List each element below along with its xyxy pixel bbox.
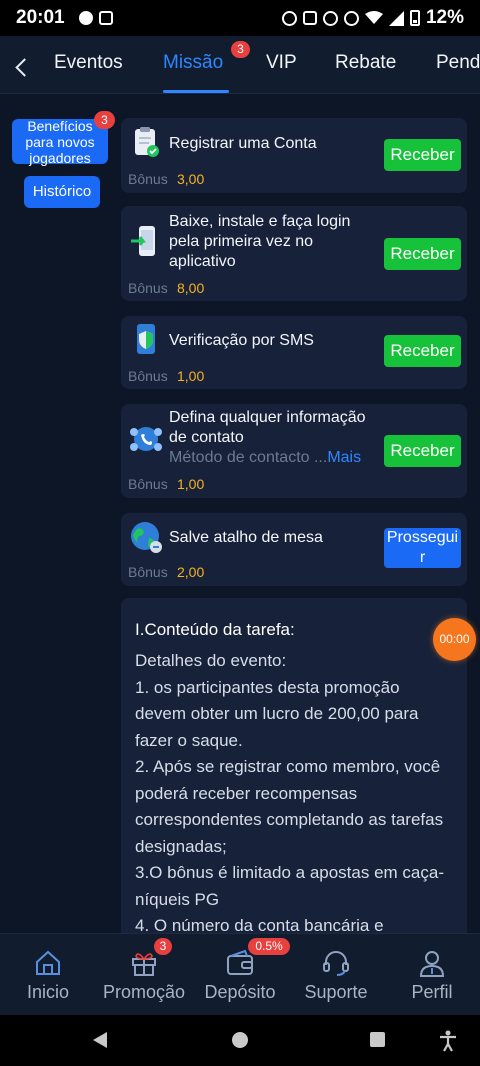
- mission-title: Salve atalho de mesa: [169, 529, 323, 546]
- bottom-nav-perfil[interactable]: Perfil: [396, 934, 468, 1016]
- back-chevron-icon[interactable]: [10, 52, 34, 80]
- mission-title: Registrar uma Conta: [169, 135, 317, 152]
- mission-title: Verificação por SMS: [169, 332, 314, 349]
- receive-button[interactable]: Receber: [384, 139, 461, 171]
- status-bar: 20:01 12%: [0, 0, 480, 36]
- receive-button[interactable]: Receber: [384, 238, 461, 270]
- bottom-nav-suporte[interactable]: Suporte: [296, 934, 376, 1016]
- bottom-nav-label: Perfil: [411, 982, 453, 1002]
- accessibility-icon[interactable]: [438, 1030, 458, 1052]
- bonus-label: Bônus: [128, 280, 168, 296]
- battery-percent: 12%: [425, 7, 464, 28]
- bottom-nav-inicio[interactable]: Inicio: [10, 934, 86, 1016]
- mission-title: Defina qualquer informação de contato: [169, 409, 366, 446]
- status-time: 20:01: [16, 7, 65, 28]
- system-indicators: 12%: [281, 7, 464, 29]
- gift-icon: [132, 953, 156, 976]
- signal-icon: [388, 10, 404, 26]
- bonus-value: 3,00: [177, 171, 205, 187]
- phone-download-icon: [131, 226, 155, 256]
- bonus-label: Bônus: [128, 564, 168, 580]
- profile-icon: [419, 951, 445, 977]
- alarm-icon: [281, 10, 297, 26]
- sidebar-new-players-badge: 3: [94, 111, 115, 129]
- bottom-nav-label: Inicio: [26, 982, 70, 1002]
- system-navigation-bar: [0, 1015, 480, 1066]
- tab-eventos[interactable]: Eventos: [54, 52, 123, 74]
- deposito-bonus-badge: 0.5%: [248, 938, 290, 955]
- tab-missao[interactable]: Missão: [163, 52, 223, 74]
- mission-card-register: Registrar uma Conta Bônus 3,00 Receber: [121, 118, 467, 193]
- chat-notification-icon: [78, 11, 93, 25]
- bonus-label: Bônus: [128, 171, 168, 187]
- system-back-icon[interactable]: [93, 1032, 107, 1048]
- tab-vip[interactable]: VIP: [266, 52, 297, 74]
- active-tab-indicator: [163, 90, 229, 93]
- do-not-disturb-icon: [322, 10, 338, 26]
- contact-network-icon: [130, 427, 162, 451]
- mission-card-contact-info: Defina qualquer informação de contato Mé…: [121, 404, 467, 498]
- video-notification-icon: [98, 11, 113, 25]
- wifi-call-icon: [343, 10, 359, 26]
- bottom-nav: Inicio Promoção 3 Depósito 0.5% Suporte …: [0, 933, 480, 1015]
- receive-button[interactable]: Receber: [384, 435, 461, 467]
- bonus-value: 2,00: [177, 564, 205, 580]
- tab-rebate[interactable]: Rebate: [335, 52, 396, 74]
- headset-icon: [323, 951, 349, 976]
- system-recents-icon[interactable]: [370, 1032, 385, 1047]
- sidebar-history-button[interactable]: Histórico: [24, 176, 100, 208]
- app-screen: 20:01 12% Eventos Missão VIP Rebate Pend…: [0, 0, 480, 1066]
- mission-title: Baixe, instale e faça login pela primeir…: [169, 213, 351, 270]
- globe-shortcut-icon: [131, 522, 162, 553]
- cast-icon: [302, 11, 317, 25]
- mission-card-desktop-shortcut: Salve atalho de mesa Bônus 2,00 Prossegu…: [121, 513, 467, 586]
- home-icon: [36, 950, 60, 975]
- bottom-nav-label: Depósito: [204, 982, 276, 1002]
- system-home-icon[interactable]: [232, 1032, 248, 1048]
- task-details-line: 2. Após se registrar como membro, você p…: [135, 757, 444, 856]
- task-details-line: 3.O bônus é limitado a apostas em caça-n…: [135, 863, 444, 909]
- bonus-label: Bônus: [128, 476, 168, 492]
- notification-icons: [78, 11, 113, 25]
- mission-card-sms-verification: Verificação por SMS Bônus 1,00 Receber: [121, 316, 467, 389]
- task-details-heading: I.Conteúdo da tarefa:: [135, 620, 295, 639]
- bonus-label: Bônus: [128, 368, 168, 384]
- clipboard-check-icon: [135, 127, 159, 157]
- wifi-icon: [364, 11, 383, 24]
- receive-button[interactable]: Receber: [384, 335, 461, 367]
- bottom-nav-label: Suporte: [304, 982, 368, 1002]
- floating-timer-button[interactable]: 00:00: [433, 618, 476, 661]
- phone-shield-icon: [137, 324, 155, 354]
- mission-card-install-app: Baixe, instale e faça login pela primeir…: [121, 206, 467, 301]
- mission-subtitle: Método de contacto ...Mais: [169, 449, 361, 467]
- bonus-value: 1,00: [177, 368, 205, 384]
- task-details-line: Detalhes do evento:: [135, 651, 287, 670]
- bottom-nav-label: Promoção: [102, 982, 186, 1002]
- bottom-nav-promocao[interactable]: Promoção: [96, 934, 192, 1016]
- contact-method-text: Método de contacto ...: [169, 449, 328, 466]
- bonus-value: 8,00: [177, 280, 205, 296]
- promocao-badge: 3: [154, 938, 172, 955]
- task-details-line: 1. os participantes desta promoção devem…: [135, 677, 419, 750]
- continue-button[interactable]: Prosseguir: [384, 528, 461, 568]
- sidebar-new-players-button[interactable]: Benefícios para novos jogadores: [12, 118, 108, 166]
- bonus-value: 1,00: [177, 476, 205, 492]
- more-link[interactable]: Mais: [327, 449, 361, 466]
- missao-badge: 3: [231, 41, 250, 58]
- battery-icon: [409, 10, 420, 26]
- tab-pending[interactable]: Pend: [436, 52, 480, 74]
